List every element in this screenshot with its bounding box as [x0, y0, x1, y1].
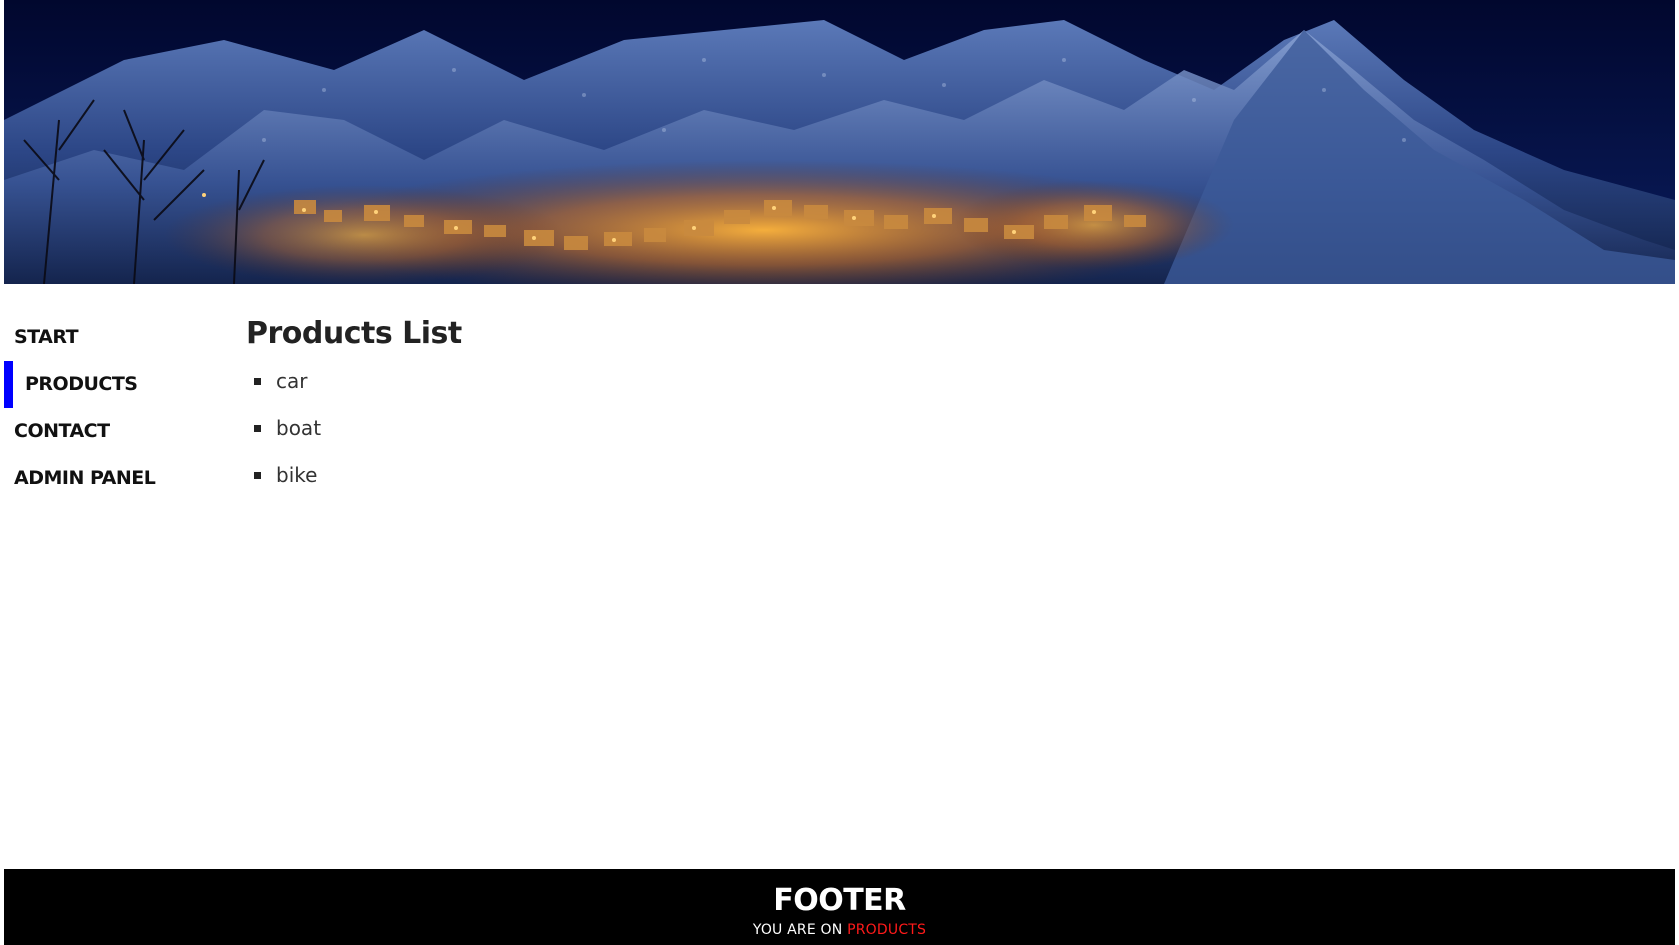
footer: FOOTER YOU ARE ON PRODUCTS [4, 869, 1675, 945]
active-indicator [4, 361, 13, 408]
nav-item-label: CONTACT [14, 420, 110, 442]
product-name: car [276, 369, 308, 393]
list-item: boat [246, 405, 1646, 452]
nav-item-products[interactable]: PRODUCTS [4, 361, 224, 408]
nav-item-label: PRODUCTS [25, 373, 138, 395]
sidebar-nav: START PRODUCTS CONTACT ADMIN PANEL [4, 314, 224, 502]
square-bullet-icon [254, 472, 261, 479]
product-list: car boat bike [246, 358, 1646, 499]
footer-location: YOU ARE ON PRODUCTS [4, 921, 1675, 939]
product-name: bike [276, 463, 318, 487]
page-title: Products List [246, 316, 462, 351]
square-bullet-icon [254, 378, 261, 385]
product-name: boat [276, 416, 322, 440]
mountain-village-illustration [4, 0, 1675, 284]
nav-item-label: START [14, 326, 79, 348]
nav-item-start[interactable]: START [4, 314, 224, 361]
square-bullet-icon [254, 425, 261, 432]
footer-title: FOOTER [773, 883, 906, 918]
list-item: car [246, 358, 1646, 405]
main-content: Products List car boat bike [246, 314, 1646, 499]
header-banner-image [4, 0, 1675, 284]
list-item: bike [246, 452, 1646, 499]
nav-item-label: ADMIN PANEL [14, 467, 156, 489]
footer-current-page: PRODUCTS [847, 922, 927, 938]
nav-item-contact[interactable]: CONTACT [4, 408, 224, 455]
nav-item-admin-panel[interactable]: ADMIN PANEL [4, 455, 224, 502]
footer-location-prefix: YOU ARE ON [752, 922, 843, 938]
